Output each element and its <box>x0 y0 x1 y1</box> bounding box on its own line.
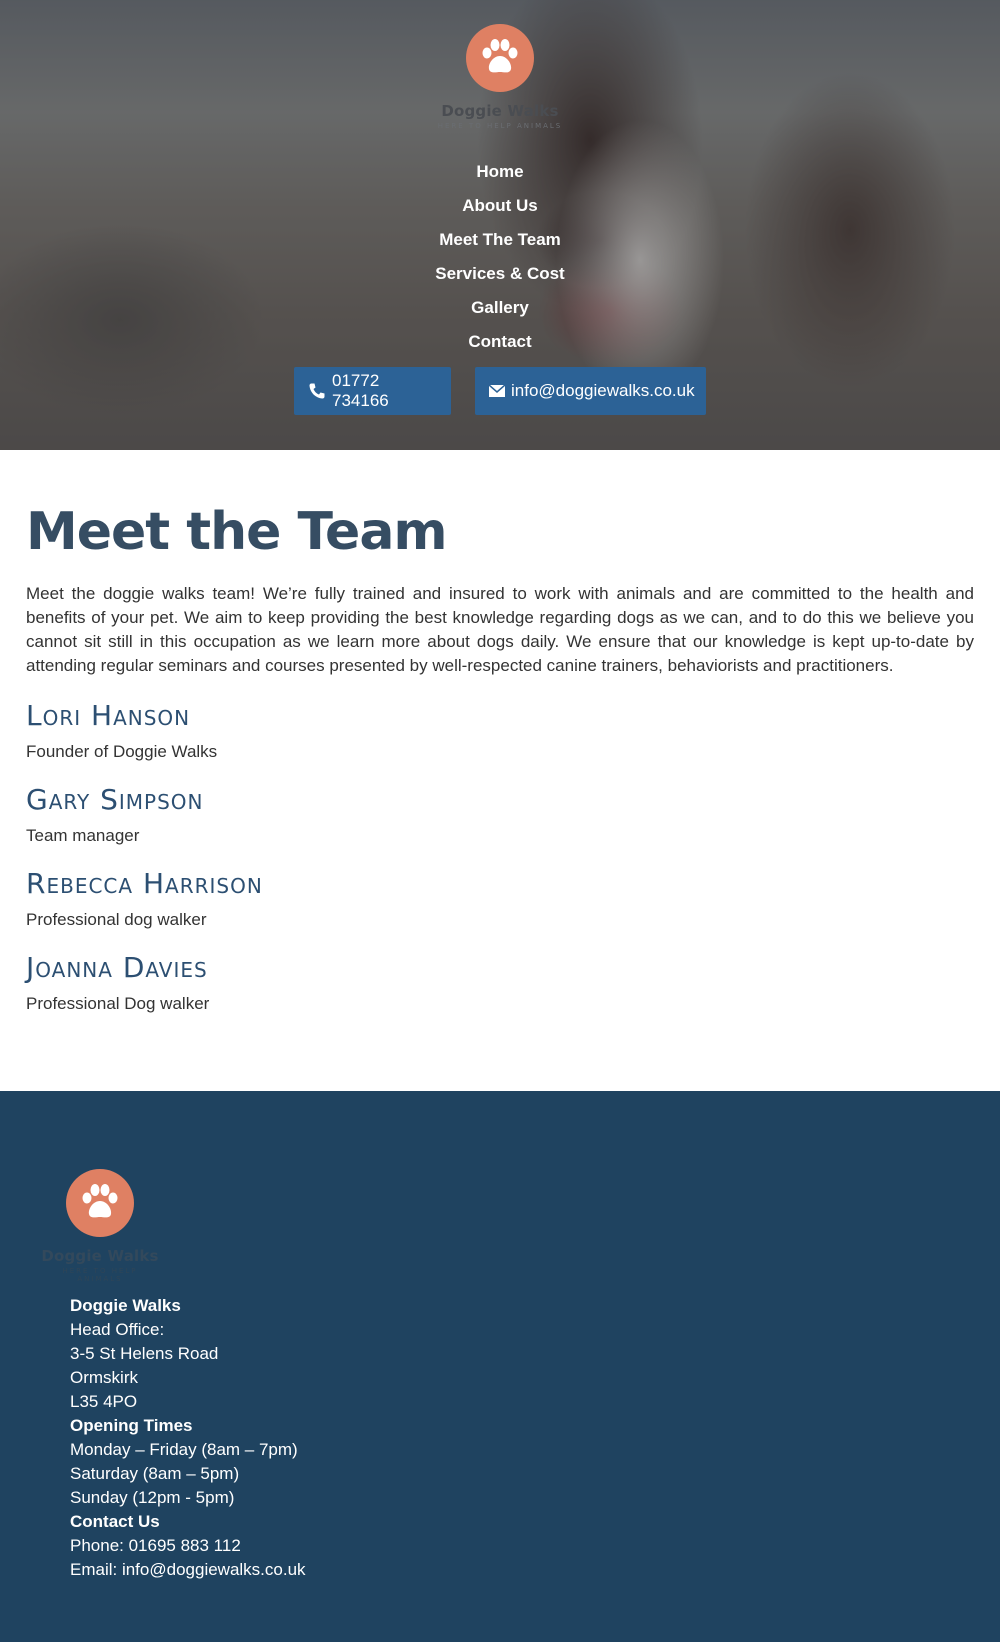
footer-info: Doggie Walks Head Office: 3-5 St Helens … <box>70 1294 306 1582</box>
main-content: Meet the Team Meet the doggie walks team… <box>0 450 1000 1091</box>
member-name: Lori Hanson <box>26 699 191 732</box>
team-member: Joanna Davies Professional Dog walker <box>26 952 974 1014</box>
footer-address-line: 3-5 St Helens Road <box>70 1344 219 1363</box>
team-member: Gary Simpson Team manager <box>26 784 974 846</box>
member-role: Professional dog walker <box>26 910 207 929</box>
team-member: Rebecca Harrison Professional dog walker <box>26 868 974 930</box>
phone-button[interactable]: 01772 734166 <box>294 367 451 415</box>
member-name: Rebecca Harrison <box>26 867 263 900</box>
footer-hours-line: Saturday (8am – 5pm) <box>70 1464 240 1483</box>
envelope-icon <box>489 385 505 397</box>
nav-about-us[interactable]: About Us <box>0 189 1000 223</box>
page-title: Meet the Team <box>26 502 448 562</box>
email-button-label: info@doggiewalks.co.uk <box>511 381 695 400</box>
main-nav: Home About Us Meet The Team Services & C… <box>0 155 1000 359</box>
nav-home[interactable]: Home <box>0 155 1000 189</box>
footer-address-line: Ormskirk <box>70 1368 138 1387</box>
logo-tagline: HERE TO HELP ANIMALS <box>437 122 563 130</box>
footer-hours-line: Monday – Friday (8am – 7pm) <box>70 1440 298 1459</box>
intro-paragraph: Meet the doggie walks team! We’re fully … <box>26 584 974 675</box>
member-role: Team manager <box>26 826 140 845</box>
footer-contact-heading: Contact Us <box>70 1512 160 1531</box>
member-role: Founder of Doggie Walks <box>26 742 218 761</box>
footer-logo-name: Doggie Walks <box>41 1247 159 1265</box>
footer-email[interactable]: Email: info@doggiewalks.co.uk <box>70 1558 306 1582</box>
footer-phone[interactable]: Phone: 01695 883 112 <box>70 1534 306 1558</box>
nav-gallery[interactable]: Gallery <box>0 291 1000 325</box>
logo-name: Doggie Walks <box>441 102 559 120</box>
footer-office-label: Head Office: <box>70 1320 165 1339</box>
footer-address-line: L35 4PO <box>70 1392 138 1411</box>
member-name: Joanna Davies <box>26 951 208 984</box>
member-role: Professional Dog walker <box>26 994 210 1013</box>
paw-icon <box>66 1169 134 1237</box>
phone-button-label: 01772 734166 <box>332 371 389 410</box>
footer-logo[interactable]: Doggie Walks HERE TO HELP ANIMALS <box>40 1169 160 1283</box>
team-member: Lori Hanson Founder of Doggie Walks <box>26 700 974 762</box>
nav-contact[interactable]: Contact <box>0 325 1000 359</box>
email-button[interactable]: info@doggiewalks.co.uk <box>475 367 706 415</box>
paw-icon <box>466 24 534 92</box>
footer-logo-tagline: HERE TO HELP ANIMALS <box>62 1267 138 1283</box>
site-logo[interactable]: Doggie Walks HERE TO HELP ANIMALS <box>430 24 570 130</box>
footer-hours-line: Sunday (12pm - 5pm) <box>70 1488 235 1507</box>
nav-meet-the-team[interactable]: Meet The Team <box>0 223 1000 257</box>
nav-services-cost[interactable]: Services & Cost <box>0 257 1000 291</box>
member-name: Gary Simpson <box>26 783 204 816</box>
hero-header: Doggie Walks HERE TO HELP ANIMALS Home A… <box>0 0 1000 450</box>
footer-hours-heading: Opening Times <box>70 1416 193 1435</box>
site-footer: Doggie Walks HERE TO HELP ANIMALS Doggie… <box>0 1091 1000 1642</box>
phone-icon <box>308 382 326 400</box>
footer-company: Doggie Walks <box>70 1296 181 1315</box>
